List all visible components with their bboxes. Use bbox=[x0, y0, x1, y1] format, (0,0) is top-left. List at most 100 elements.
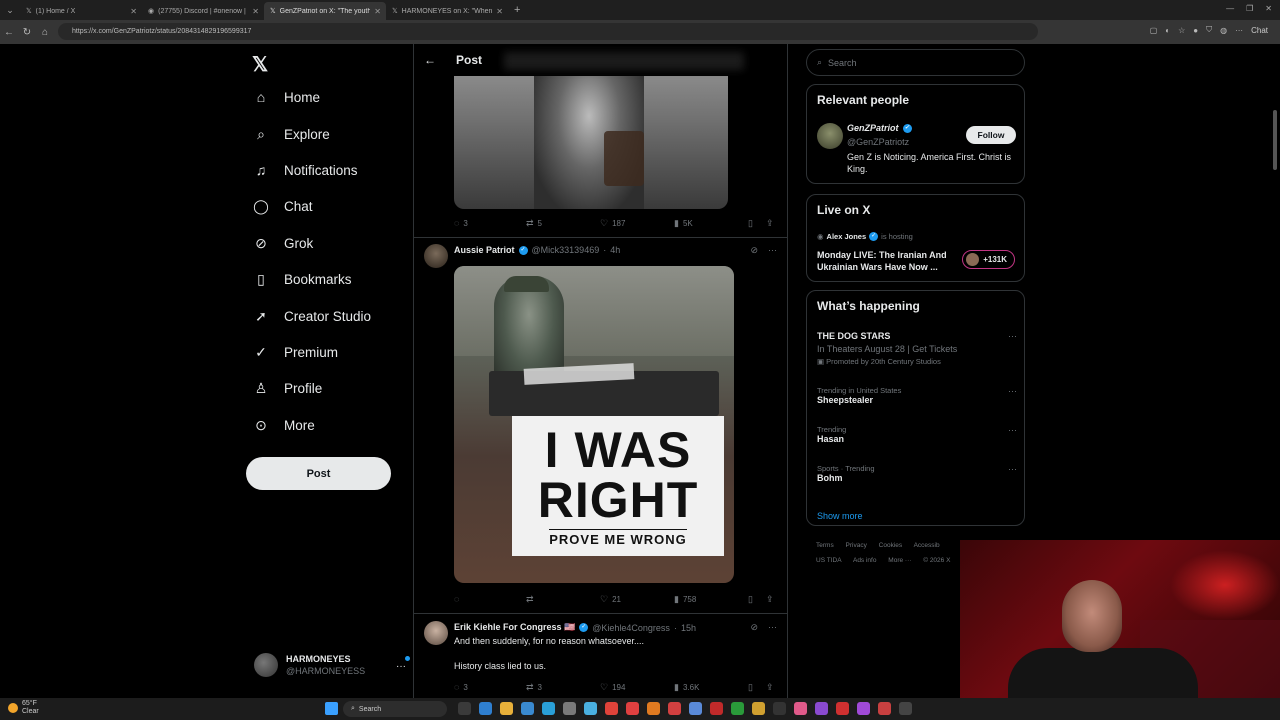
author-name[interactable]: Aussie Patriot bbox=[454, 245, 515, 255]
app-icon[interactable] bbox=[878, 702, 891, 715]
windows-start-icon[interactable] bbox=[325, 702, 338, 715]
url-field[interactable]: https://x.com/GenZPatriotz/status/208431… bbox=[58, 23, 1038, 40]
grok-icon[interactable]: ⊘ bbox=[750, 622, 758, 633]
nav-item-home[interactable]: ⌂ Home bbox=[252, 89, 320, 105]
scrollbar[interactable] bbox=[1273, 110, 1277, 170]
nav-item-more[interactable]: ⊙ More bbox=[252, 417, 315, 434]
browser-tab[interactable]: 𝕏HARMONEYES on X: "When you f ✕ bbox=[386, 2, 508, 20]
taskbar-search[interactable]: ⌕ Search bbox=[343, 701, 447, 717]
app-icon[interactable] bbox=[710, 702, 723, 715]
extension-icon[interactable]: ◐ bbox=[1165, 26, 1170, 35]
share-button[interactable]: ⇪ bbox=[766, 218, 774, 229]
nav-item-premium[interactable]: ✓ Premium bbox=[252, 344, 338, 361]
post-image[interactable]: I WAS RIGHT PROVE ME WRONG bbox=[454, 266, 734, 583]
close-window-icon[interactable]: ✕ bbox=[1265, 4, 1272, 13]
more-icon[interactable]: ··· bbox=[768, 622, 777, 633]
tab-menu-icon[interactable]: ⌄ bbox=[0, 5, 20, 16]
back-icon[interactable]: ← bbox=[0, 27, 18, 38]
more-icon[interactable]: ··· bbox=[1008, 425, 1017, 435]
nav-item-bookmarks[interactable]: ▯ Bookmarks bbox=[252, 271, 351, 288]
reply-button[interactable]: ◌ 3 bbox=[454, 682, 468, 692]
browser-tab[interactable]: ◉(27755) Discord | #onenow | CallYo ✕ bbox=[142, 2, 264, 20]
post-time[interactable]: 4h bbox=[610, 245, 620, 255]
app-icon[interactable] bbox=[689, 702, 702, 715]
task-view-icon[interactable] bbox=[458, 702, 471, 715]
trend-item[interactable]: Sports · Trending Bohm ··· bbox=[817, 464, 1017, 483]
browser-menu-icon[interactable]: ··· bbox=[1235, 26, 1243, 35]
like-button[interactable]: ♡ 194 bbox=[600, 682, 625, 693]
nav-item-creator-studio[interactable]: ➚ Creator Studio bbox=[252, 308, 371, 325]
footer-link[interactable]: Ads info bbox=[853, 557, 877, 564]
live-listener-count[interactable]: +131K bbox=[962, 250, 1015, 269]
new-tab-icon[interactable]: + bbox=[514, 4, 520, 16]
browser-tab[interactable]: 𝕏 (1) Home / X ✕ bbox=[20, 2, 142, 20]
weather-widget[interactable]: 65°F Clear bbox=[8, 700, 39, 716]
views-button[interactable]: ▮ 758 bbox=[674, 594, 696, 605]
views-button[interactable]: ▮ 5K bbox=[674, 218, 693, 229]
app-icon[interactable] bbox=[752, 702, 765, 715]
app-icon[interactable] bbox=[521, 702, 534, 715]
nav-item-explore[interactable]: ⌕ Explore bbox=[252, 126, 330, 143]
app-icon[interactable] bbox=[563, 702, 576, 715]
post-image[interactable] bbox=[454, 76, 728, 209]
trend-item[interactable]: Trending Hasan ··· bbox=[817, 425, 1017, 444]
restore-icon[interactable]: ❐ bbox=[1246, 4, 1253, 13]
extension-icon[interactable]: ● bbox=[1193, 26, 1198, 35]
search-input[interactable]: ⌕ Search bbox=[806, 49, 1025, 76]
reply-button[interactable]: ◌ 3 bbox=[454, 218, 468, 228]
browser-chat-button[interactable]: Chat bbox=[1251, 26, 1268, 35]
app-icon[interactable] bbox=[836, 702, 849, 715]
share-button[interactable]: ⇪ bbox=[766, 682, 774, 693]
shield-icon[interactable]: ⛉ bbox=[1206, 25, 1212, 35]
views-button[interactable]: ▮ 3.6K bbox=[674, 682, 699, 693]
extension-icon[interactable]: ▢ bbox=[1150, 26, 1158, 35]
footer-link[interactable]: US TIDA bbox=[816, 557, 842, 564]
footer-link[interactable]: Cookies bbox=[879, 542, 902, 549]
chrome-icon[interactable] bbox=[668, 702, 681, 715]
bookmark-button[interactable]: ▯ bbox=[748, 682, 753, 693]
user-name[interactable]: GenZPatriot ✓ bbox=[847, 123, 912, 133]
file-explorer-icon[interactable] bbox=[500, 702, 513, 715]
more-icon[interactable]: ··· bbox=[768, 245, 777, 256]
follow-button[interactable]: Follow bbox=[966, 126, 1016, 144]
post-time[interactable]: 15h bbox=[681, 623, 696, 633]
nav-item-grok[interactable]: ⊘ Grok bbox=[252, 235, 313, 252]
xbox-icon[interactable] bbox=[731, 702, 744, 715]
edge-icon[interactable] bbox=[542, 702, 555, 715]
minimize-icon[interactable]: — bbox=[1226, 4, 1234, 13]
x-logo-icon[interactable]: 𝕏 bbox=[252, 52, 268, 77]
repost-button[interactable]: ⇄ bbox=[526, 594, 538, 605]
close-tab-icon[interactable]: ✕ bbox=[496, 7, 503, 16]
account-switcher[interactable]: HARMONEYES @HARMONEYESS ··· bbox=[254, 653, 410, 677]
nav-item-chat[interactable]: ◯ Chat bbox=[252, 198, 312, 215]
footer-link[interactable]: More ··· bbox=[888, 557, 911, 564]
app-icon[interactable] bbox=[605, 702, 618, 715]
repost-button[interactable]: ⇄ 5 bbox=[526, 218, 542, 229]
reload-icon[interactable]: ↻ bbox=[18, 27, 36, 38]
app-icon[interactable] bbox=[899, 702, 912, 715]
author-name[interactable]: Erik Kiehle For Congress 🇺🇸 bbox=[454, 622, 575, 633]
more-icon[interactable]: ··· bbox=[396, 661, 406, 672]
profile-icon[interactable]: ◍ bbox=[1220, 26, 1227, 35]
home-browser-icon[interactable]: ⌂ bbox=[36, 27, 54, 38]
share-button[interactable]: ⇪ bbox=[766, 594, 774, 605]
author-handle[interactable]: @Kiehle4Congress bbox=[592, 623, 670, 633]
like-button[interactable]: ♡ 187 bbox=[600, 218, 625, 229]
grok-icon[interactable]: ⊘ bbox=[750, 245, 758, 256]
footer-link[interactable]: Terms bbox=[816, 542, 834, 549]
star-icon[interactable]: ☆ bbox=[1178, 26, 1185, 35]
app-icon[interactable] bbox=[479, 702, 492, 715]
close-tab-icon[interactable]: ✕ bbox=[374, 7, 381, 16]
live-host[interactable]: ◉ Alex Jones ✓ is hosting bbox=[817, 232, 913, 241]
post-button[interactable]: Post bbox=[246, 457, 391, 490]
author-handle[interactable]: @Mick33139469 bbox=[532, 245, 600, 255]
repost-button[interactable]: ⇄ 3 bbox=[526, 682, 542, 693]
bookmark-button[interactable]: ▯ bbox=[748, 594, 753, 605]
nav-item-notifications[interactable]: ♫ Notifications bbox=[252, 162, 358, 178]
avatar[interactable] bbox=[424, 621, 448, 645]
user-handle[interactable]: @GenZPatriotz bbox=[847, 137, 909, 147]
close-tab-icon[interactable]: ✕ bbox=[252, 7, 259, 16]
show-more-link[interactable]: Show more bbox=[817, 511, 863, 521]
trend-item[interactable]: Trending in United States Sheepstealer ·… bbox=[817, 386, 1017, 405]
app-icon[interactable] bbox=[584, 702, 597, 715]
